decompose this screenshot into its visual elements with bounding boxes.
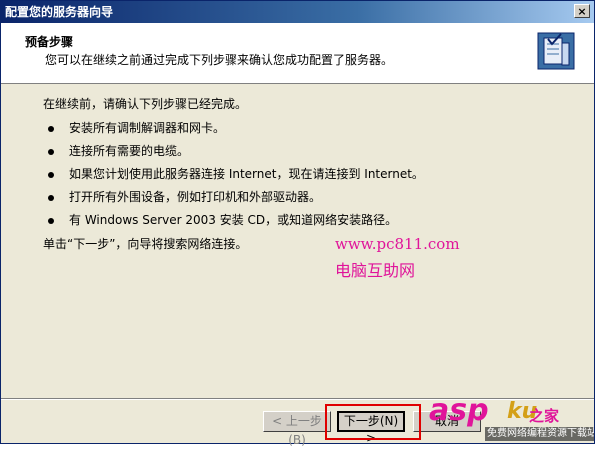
step-text: 有 Windows Server 2003 安装 CD，或知道网络安装路径。 — [69, 213, 398, 227]
header-title: 预备步骤 — [25, 35, 74, 49]
bullet-icon — [48, 172, 54, 178]
list-item: 安装所有调制解调器和网卡。 — [43, 117, 424, 140]
wizard-content: 在继续前，请确认下列步骤已经完成。 安装所有调制解调器和网卡。 连接所有需要的电… — [1, 85, 594, 401]
step-text: 打开所有外围设备，例如打印机和外部驱动器。 — [69, 190, 322, 204]
list-item: 打开所有外围设备，例如打印机和外部驱动器。 — [43, 186, 424, 209]
watermark-logo: asp ku 之家 免费网络编程资源下载站! — [429, 393, 594, 443]
bullet-icon — [48, 149, 54, 155]
list-item: 有 Windows Server 2003 安装 CD，或知道网络安装路径。 — [43, 209, 424, 232]
watermark-caption: 免费网络编程资源下载站! — [485, 427, 594, 441]
step-text: 如果您计划使用此服务器连接 Internet，现在请连接到 Internet。 — [69, 167, 424, 181]
list-item: 连接所有需要的电缆。 — [43, 140, 424, 163]
steps-list: 安装所有调制解调器和网卡。 连接所有需要的电缆。 如果您计划使用此服务器连接 I… — [43, 117, 424, 232]
close-icon: × — [577, 5, 587, 18]
server-wizard-icon — [537, 32, 575, 70]
wizard-header: 预备步骤 您可以在继续之前通过完成下列步骤来确认您成功配置了服务器。 — [1, 23, 594, 84]
step-text: 安装所有调制解调器和网卡。 — [69, 121, 226, 135]
step-text: 连接所有需要的电缆。 — [69, 144, 190, 158]
back-button[interactable]: < 上一步(B) — [263, 411, 331, 447]
header-subtitle: 您可以在继续之前通过完成下列步骤来确认您成功配置了服务器。 — [45, 53, 394, 67]
window-title: 配置您的服务器向导 — [5, 5, 114, 19]
outro-text: 单击“下一步”，向导将搜索网络连接。 — [43, 237, 248, 251]
bullet-icon — [48, 218, 54, 224]
wizard-window: 配置您的服务器向导 × 预备步骤 您可以在继续之前通过完成下列步骤来确认您成功配… — [0, 0, 595, 447]
next-button-highlight — [325, 404, 421, 440]
watermark-logo-asp: asp — [429, 393, 489, 428]
title-bar[interactable]: 配置您的服务器向导 × — [1, 1, 594, 23]
watermark-url: www.pc811.com — [335, 235, 460, 253]
bullet-icon — [48, 195, 54, 201]
close-button[interactable]: × — [574, 4, 590, 18]
list-item: 如果您计划使用此服务器连接 Internet，现在请连接到 Internet。 — [43, 163, 424, 186]
intro-text: 在继续前，请确认下列步骤已经完成。 — [43, 97, 248, 111]
bullet-icon — [48, 126, 54, 132]
watermark-name: 电脑互助网 — [335, 261, 416, 280]
watermark-logo-home: 之家 — [529, 407, 560, 425]
